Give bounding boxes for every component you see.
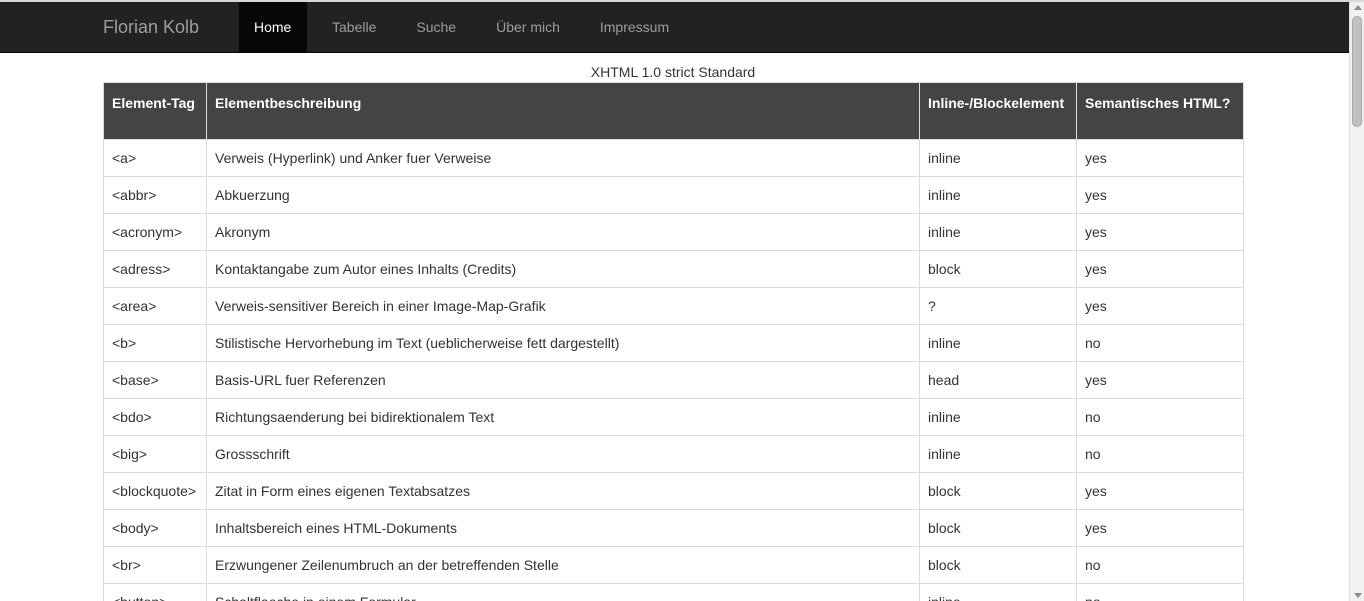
cell-description: Verweis-sensitiver Bereich in einer Imag…	[206, 287, 920, 325]
table-row: <big> Grossschrift inline no	[103, 435, 1244, 473]
brand-link[interactable]: Florian Kolb	[103, 16, 199, 38]
cell-tag: <area>	[103, 287, 207, 325]
table-row: <button> Schaltflaeche in einem Formular…	[103, 583, 1244, 601]
cell-description: Kontaktangabe zum Autor eines Inhalts (C…	[206, 250, 920, 288]
cell-type: block	[919, 509, 1077, 547]
cell-tag: <acronym>	[103, 213, 207, 251]
cell-type: inline	[919, 435, 1077, 473]
cell-tag: <b>	[103, 324, 207, 362]
elements-table: Element-Tag Elementbeschreibung Inline-/…	[103, 82, 1244, 601]
table-row: <acronym> Akronym inline yes	[103, 213, 1244, 251]
cell-semantic: yes	[1076, 472, 1244, 510]
table-row: <body> Inhaltsbereich eines HTML-Dokumen…	[103, 509, 1244, 547]
table-row: <a> Verweis (Hyperlink) und Anker fuer V…	[103, 139, 1244, 177]
cell-semantic: yes	[1076, 213, 1244, 251]
cell-semantic: yes	[1076, 287, 1244, 325]
table-row: <area> Verweis-sensitiver Bereich in ein…	[103, 287, 1244, 325]
nav-item-suche: Suche	[401, 2, 471, 52]
vertical-scrollbar[interactable]	[1349, 2, 1364, 601]
cell-semantic: yes	[1076, 250, 1244, 288]
cell-tag: <blockquote>	[103, 472, 207, 510]
cell-semantic: no	[1076, 398, 1244, 436]
nav-item-ueber-mich: Über mich	[481, 2, 575, 52]
nav-item-tabelle: Tabelle	[317, 2, 391, 52]
cell-semantic: no	[1076, 546, 1244, 584]
cell-tag: <body>	[103, 509, 207, 547]
scroll-up-arrow-icon[interactable]	[1354, 5, 1362, 10]
cell-description: Zitat in Form eines eigenen Textabsatzes	[206, 472, 920, 510]
table-row: <bdo> Richtungsaenderung bei bidirektion…	[103, 398, 1244, 436]
cell-type: inline	[919, 398, 1077, 436]
cell-description: Inhaltsbereich eines HTML-Dokuments	[206, 509, 920, 547]
cell-tag: <adress>	[103, 250, 207, 288]
cell-semantic: no	[1076, 435, 1244, 473]
cell-tag: <button>	[103, 583, 207, 601]
table-row: <blockquote> Zitat in Form eines eigenen…	[103, 472, 1244, 510]
navbar: Florian Kolb Home Tabelle Suche Über mic…	[0, 2, 1349, 53]
cell-tag: <a>	[103, 139, 207, 177]
nav-menu: Home Tabelle Suche Über mich Impressum	[239, 2, 684, 52]
table-row: <base> Basis-URL fuer Referenzen head ye…	[103, 361, 1244, 399]
table-row: <br> Erzwungener Zeilenumbruch an der be…	[103, 546, 1244, 584]
cell-description: Abkuerzung	[206, 176, 920, 214]
main-content: XHTML 1.0 strict Standard Element-Tag El…	[103, 53, 1244, 601]
column-header-element-tag: Element-Tag	[103, 82, 207, 140]
nav-link-tabelle[interactable]: Tabelle	[317, 2, 391, 52]
cell-description: Erzwungener Zeilenumbruch an der betreff…	[206, 546, 920, 584]
page: Florian Kolb Home Tabelle Suche Über mic…	[0, 0, 1364, 601]
nav-link-suche[interactable]: Suche	[401, 2, 471, 52]
cell-description: Verweis (Hyperlink) und Anker fuer Verwe…	[206, 139, 920, 177]
cell-tag: <abbr>	[103, 176, 207, 214]
cell-tag: <bdo>	[103, 398, 207, 436]
cell-type: block	[919, 472, 1077, 510]
cell-description: Akronym	[206, 213, 920, 251]
column-header-inline-block: Inline-/Blockelement	[919, 82, 1077, 140]
cell-semantic: yes	[1076, 139, 1244, 177]
nav-item-impressum: Impressum	[585, 2, 684, 52]
scrollbar-thumb[interactable]	[1352, 16, 1362, 127]
cell-type: ?	[919, 287, 1077, 325]
cell-type: inline	[919, 139, 1077, 177]
cell-type: inline	[919, 176, 1077, 214]
table-row: <b> Stilistische Hervorhebung im Text (u…	[103, 324, 1244, 362]
scroll-down-arrow-icon[interactable]	[1354, 593, 1362, 598]
table-caption: XHTML 1.0 strict Standard	[590, 64, 756, 80]
cell-type: inline	[919, 583, 1077, 601]
cell-tag: <br>	[103, 546, 207, 584]
cell-semantic: no	[1076, 583, 1244, 601]
nav-link-home[interactable]: Home	[239, 2, 307, 52]
cell-type: inline	[919, 324, 1077, 362]
cell-semantic: yes	[1076, 509, 1244, 547]
cell-description: Schaltflaeche in einem Formular	[206, 583, 920, 601]
nav-link-impressum[interactable]: Impressum	[585, 2, 684, 52]
cell-type: head	[919, 361, 1077, 399]
cell-description: Grossschrift	[206, 435, 920, 473]
cell-tag: <big>	[103, 435, 207, 473]
cell-description: Stilistische Hervorhebung im Text (uebli…	[206, 324, 920, 362]
cell-type: inline	[919, 213, 1077, 251]
cell-description: Basis-URL fuer Referenzen	[206, 361, 920, 399]
cell-semantic: yes	[1076, 361, 1244, 399]
nav-item-home: Home	[239, 2, 307, 52]
table-row: <adress> Kontaktangabe zum Autor eines I…	[103, 250, 1244, 288]
column-header-semantic: Semantisches HTML?	[1076, 82, 1244, 140]
cell-tag: <base>	[103, 361, 207, 399]
column-header-description: Elementbeschreibung	[206, 82, 920, 140]
table-row: <abbr> Abkuerzung inline yes	[103, 176, 1244, 214]
cell-semantic: no	[1076, 324, 1244, 362]
cell-type: block	[919, 546, 1077, 584]
cell-semantic: yes	[1076, 176, 1244, 214]
table-header-row: Element-Tag Elementbeschreibung Inline-/…	[103, 82, 1244, 140]
cell-type: block	[919, 250, 1077, 288]
nav-link-ueber-mich[interactable]: Über mich	[481, 2, 575, 52]
cell-description: Richtungsaenderung bei bidirektionalem T…	[206, 398, 920, 436]
